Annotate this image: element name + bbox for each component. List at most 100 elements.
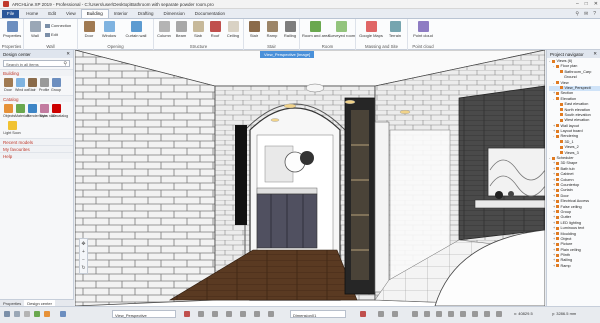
scale-icon[interactable] <box>496 311 502 317</box>
help-icon[interactable]: ? <box>593 11 596 17</box>
rotate-icon[interactable] <box>424 311 430 317</box>
tab-edit[interactable]: Edit <box>43 10 61 18</box>
door-icon <box>83 21 95 32</box>
color-icon[interactable] <box>44 311 50 317</box>
tab-view[interactable]: View <box>61 10 81 18</box>
viewport-tab[interactable]: View_Perspective [Image] <box>260 51 315 58</box>
tab-drafting[interactable]: Drafting <box>133 10 159 18</box>
view-selector[interactable]: View_Perspective <box>112 310 176 318</box>
ribbon-group-structure: Column Beam Slab Roof Ceiling Structure <box>154 19 244 50</box>
properties-button[interactable]: Properties <box>3 21 21 39</box>
objects-icon <box>3 104 13 113</box>
delete-icon[interactable] <box>360 311 366 317</box>
tab-dimension[interactable]: Dimension <box>159 10 190 18</box>
catalog-item-3d-catalog[interactable]: 3D catalog <box>51 104 68 119</box>
ortho-icon[interactable] <box>198 311 204 317</box>
design-center-search-input[interactable]: Search in all items ⚲ <box>3 60 70 67</box>
ceiling-button[interactable]: Ceiling <box>224 21 242 39</box>
zoom-in-icon[interactable]: + <box>82 249 85 255</box>
catalog-section-heading[interactable]: Catalog <box>0 95 73 102</box>
extend-icon[interactable] <box>484 311 490 317</box>
tab-documentation[interactable]: Documentation <box>190 10 230 18</box>
tab-file[interactable]: File <box>2 10 20 18</box>
building-section-heading[interactable]: Building <box>0 69 73 76</box>
mirror-icon[interactable] <box>448 311 454 317</box>
building-item-profile[interactable]: Profile <box>39 78 49 93</box>
settings-icon[interactable] <box>378 311 384 317</box>
slab-button[interactable]: Slab <box>189 21 207 39</box>
tab-home[interactable]: Home <box>21 10 43 18</box>
room-and-area-button[interactable]: Room and area <box>302 21 330 39</box>
orbit-icon[interactable]: ↻ <box>81 265 85 271</box>
catalog-item-light[interactable]: Light Soon <box>3 121 21 136</box>
roof-icon <box>209 21 221 32</box>
door-button[interactable]: Door <box>80 21 98 39</box>
railing-icon <box>284 21 296 32</box>
minimize-button[interactable]: – <box>576 1 579 7</box>
stair-button[interactable]: Stair <box>245 21 263 39</box>
catalog-item-render-style[interactable]: Render style <box>27 104 47 119</box>
slab-icon <box>192 21 204 32</box>
surveyed-room-button[interactable]: Surveyed room <box>328 21 355 39</box>
maximize-button[interactable]: □ <box>585 1 588 7</box>
lock-icon[interactable] <box>392 311 398 317</box>
my-favourites-link[interactable]: My favourites <box>0 145 73 152</box>
pan-icon[interactable]: ✥ <box>81 241 85 247</box>
column-button[interactable]: Column <box>155 21 173 39</box>
copy-icon[interactable] <box>436 311 442 317</box>
zoom-out-icon[interactable]: − <box>82 257 85 263</box>
polar-icon[interactable] <box>212 311 218 317</box>
ribbon: Properties Properties Wall Connection Ed… <box>0 19 600 50</box>
catalog-item-show-room[interactable]: Show room <box>39 104 57 119</box>
offset-icon[interactable] <box>460 311 466 317</box>
grid-icon[interactable] <box>14 311 20 317</box>
group-icon <box>51 78 61 87</box>
surveyed-room-icon <box>336 21 347 32</box>
building-item-stair[interactable]: Stair <box>27 78 37 93</box>
search-icon[interactable]: ⚲ <box>575 11 579 17</box>
trim-icon[interactable] <box>472 311 478 317</box>
close-panel-icon[interactable]: ✕ <box>66 51 70 57</box>
window-button[interactable]: Window <box>100 21 118 39</box>
close-panel-icon[interactable]: ✕ <box>593 51 597 57</box>
transparency-icon[interactable] <box>268 311 274 317</box>
move-icon[interactable] <box>412 311 418 317</box>
terrain-button[interactable]: Terrain <box>386 21 404 39</box>
point-cloud-button[interactable]: Point cloud <box>411 21 435 39</box>
ramp-button[interactable]: Ramp <box>263 21 281 39</box>
view-icon[interactable] <box>60 311 66 317</box>
wall-button[interactable]: Wall <box>26 21 44 39</box>
chat-icon[interactable]: ✉ <box>584 11 588 17</box>
layer-icon[interactable] <box>4 311 10 317</box>
perspective-viewport[interactable]: View_Perspective [Image] ✥ + − ↻ <box>75 50 545 306</box>
ribbon-group-properties: Properties Properties <box>0 19 24 50</box>
tab-interior[interactable]: Interior <box>109 10 133 18</box>
building-item-group[interactable]: Group <box>51 78 61 93</box>
catalog-item-objects[interactable]: Objects <box>3 104 15 119</box>
recent-models-link[interactable]: Recent models <box>0 138 73 145</box>
navigation-control[interactable]: ✥ + − ↻ <box>79 238 88 274</box>
edit-button[interactable]: Edit <box>45 32 58 37</box>
tree-item[interactable]: + Ramp <box>549 264 600 269</box>
roof-button[interactable]: Roof <box>206 21 224 39</box>
connection-button[interactable]: Connection <box>45 23 71 28</box>
building-item-window[interactable]: Wind ow <box>15 78 29 93</box>
tab-building[interactable]: Building <box>80 9 109 18</box>
building-item-door[interactable]: Door <box>3 78 13 93</box>
close-button[interactable]: ✕ <box>594 1 598 7</box>
lineweight-icon[interactable] <box>254 311 260 317</box>
measure-icon[interactable] <box>184 311 190 317</box>
coordinate-x: x: 40829.5 <box>514 311 533 316</box>
object-snap-icon[interactable] <box>240 311 246 317</box>
beam-button[interactable]: Beam <box>172 21 190 39</box>
help-link[interactable]: Help <box>0 152 73 159</box>
tracking-icon[interactable] <box>226 311 232 317</box>
railing-button[interactable]: Railing <box>281 21 299 39</box>
3d-catalog-icon <box>51 104 61 113</box>
curtain-wall-button[interactable]: Curtain wall <box>122 21 150 39</box>
google-maps-button[interactable]: Google Maps <box>358 21 384 39</box>
dimension-style-selector[interactable]: Dimension01 <box>290 310 346 318</box>
pen-icon[interactable] <box>34 311 40 317</box>
snap-icon[interactable] <box>24 311 30 317</box>
catalog-item-materials[interactable]: Materials <box>15 104 30 119</box>
